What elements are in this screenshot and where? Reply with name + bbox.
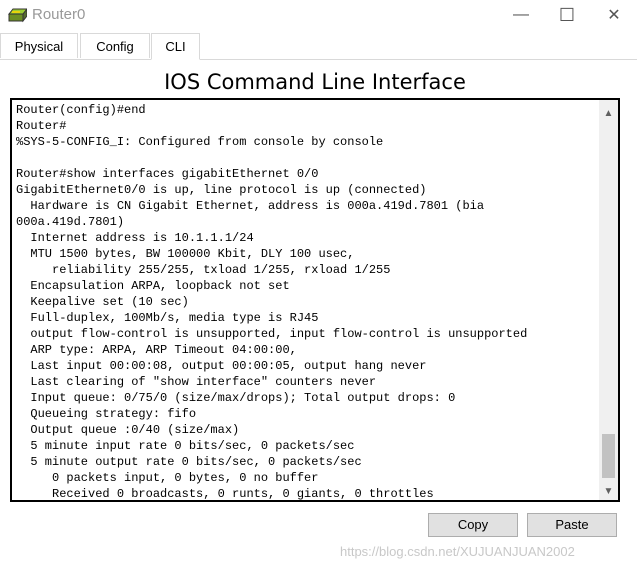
console-output[interactable]: Router(config)#end Router# %SYS-5-CONFIG…	[16, 102, 596, 501]
console-line: output flow-control is unsupported, inpu…	[30, 327, 528, 341]
tab-bar: Physical Config CLI	[0, 33, 637, 60]
console-line: reliability 255/255, txload 1/255, rxloa…	[52, 263, 391, 277]
console-line: Received 0 broadcasts, 0 runts, 0 giants…	[52, 487, 434, 501]
scroll-down-icon[interactable]: ▼	[599, 482, 618, 500]
paste-button[interactable]: Paste	[527, 513, 617, 537]
page-title: IOS Command Line Interface	[164, 70, 466, 94]
scroll-up-icon[interactable]: ▲	[599, 104, 618, 122]
scroll-thumb[interactable]	[602, 434, 615, 478]
console-line: 000a.419d.7801)	[16, 215, 125, 229]
tab-config[interactable]: Config	[80, 33, 150, 58]
console-line: Last input 00:00:08, output 00:00:05, ou…	[30, 359, 427, 373]
close-button[interactable]: ✕	[591, 0, 637, 30]
cli-console[interactable]: Router(config)#end Router# %SYS-5-CONFIG…	[10, 98, 620, 502]
close-icon: ✕	[607, 7, 621, 24]
console-line: Router(config)#end	[16, 103, 146, 117]
minimize-button[interactable]: —	[498, 0, 544, 30]
watermark-url: https://blog.csdn.net/XUJUANJUAN2002	[340, 544, 575, 559]
minimize-icon: —	[513, 6, 529, 23]
console-line: Full-duplex, 100Mb/s, media type is RJ45	[30, 311, 319, 325]
tab-physical[interactable]: Physical	[0, 33, 78, 58]
console-line: 5 minute input rate 0 bits/sec, 0 packet…	[30, 439, 355, 453]
console-line: Input queue: 0/75/0 (size/max/drops); To…	[30, 391, 456, 405]
console-line: %SYS-5-CONFIG_I: Configured from console…	[16, 135, 384, 149]
console-line: Internet address is 10.1.1.1/24	[30, 231, 254, 245]
console-line: Router#show interfaces gigabitEthernet 0…	[16, 167, 319, 181]
console-line: Encapsulation ARPA, loopback not set	[30, 279, 290, 293]
console-scrollbar[interactable]: ▲ ▼	[599, 100, 618, 500]
console-line: Last clearing of "show interface" counte…	[30, 375, 377, 389]
console-line: Queueing strategy: fifo	[30, 407, 197, 421]
console-line: Output queue :0/40 (size/max)	[30, 423, 240, 437]
console-line: Keepalive set (10 sec)	[30, 295, 189, 309]
maximize-button[interactable]: ☐	[544, 0, 590, 30]
maximize-icon: ☐	[558, 4, 576, 25]
title-bar: Router0 — ☐ ✕	[0, 0, 637, 32]
console-line: Hardware is CN Gigabit Ethernet, address…	[30, 199, 485, 213]
console-line: ARP type: ARPA, ARP Timeout 04:00:00,	[30, 343, 297, 357]
window-title: Router0	[32, 6, 86, 23]
console-line: MTU 1500 bytes, BW 100000 Kbit, DLY 100 …	[30, 247, 355, 261]
router-app-icon	[7, 5, 29, 25]
tab-cli[interactable]: CLI	[151, 33, 200, 60]
console-line: Router#	[16, 119, 67, 133]
console-line: GigabitEthernet0/0 is up, line protocol …	[16, 183, 427, 197]
console-line: 0 packets input, 0 bytes, 0 no buffer	[52, 471, 319, 485]
copy-button[interactable]: Copy	[428, 513, 518, 537]
console-line: 5 minute output rate 0 bits/sec, 0 packe…	[30, 455, 362, 469]
